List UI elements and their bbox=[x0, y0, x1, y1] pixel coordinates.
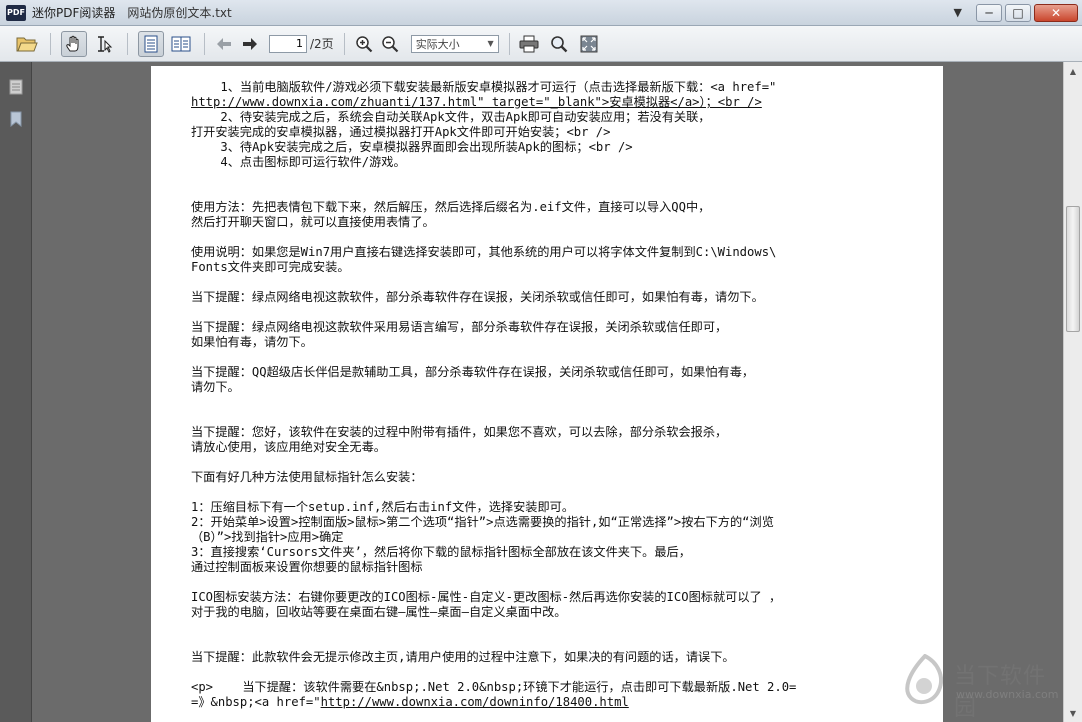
text-line: 当下提醒：此款软件会无提示修改主页,请用户使用的过程中注意下，如果决的有问题的话… bbox=[191, 650, 735, 664]
scroll-up-icon[interactable]: ▲ bbox=[1066, 64, 1080, 78]
zoom-level-value: 实际大小 bbox=[415, 37, 460, 51]
title-bar: PDF 迷你PDF阅读器 网站伪原创文本.txt ▼ ─ □ ✕ bbox=[0, 0, 1082, 26]
app-title: 迷你PDF阅读器 bbox=[32, 6, 116, 20]
window-menu-dropdown-icon[interactable]: ▼ bbox=[954, 6, 962, 19]
document-page: 1、当前电脑版软件/游戏必须下载安装最新版安卓模拟器才可运行（点击选择最新版下载… bbox=[151, 66, 943, 722]
text-line: 2：开始菜单>设置>控制面版>鼠标>第二个选项“指针”>点选需要换的指针,如“正… bbox=[191, 515, 774, 529]
text-line: 通过控制面板来设置你想要的鼠标指针图标 bbox=[191, 560, 423, 574]
next-page-button[interactable] bbox=[237, 31, 263, 57]
side-panel bbox=[0, 62, 32, 722]
arrow-left-icon bbox=[217, 37, 231, 50]
document-text: 1、当前电脑版软件/游戏必须下载安装最新版安卓模拟器才可运行（点击选择最新版下载… bbox=[191, 80, 909, 710]
zoom-out-button[interactable] bbox=[377, 31, 403, 57]
text-cursor-icon bbox=[98, 35, 113, 53]
text-fragment: =》&nbsp;<a href=" bbox=[191, 695, 321, 709]
text-line: 打开安装完成的安卓模拟器，通过模拟器打开Apk文件即可开始安装；<br /> bbox=[191, 125, 611, 139]
select-text-tool-button[interactable] bbox=[91, 31, 117, 57]
text-line: <p> 当下提醒：该软件需要在&nbsp;.Net 2.0&nbsp;环镜下才能… bbox=[191, 680, 797, 694]
folder-open-icon bbox=[16, 37, 38, 51]
page-number-input[interactable] bbox=[269, 34, 307, 53]
zoom-in-icon bbox=[355, 35, 372, 52]
text-line: （B）”>找到指针>应用>确定 bbox=[191, 530, 344, 544]
vertical-scrollbar[interactable]: ▲ ▼ bbox=[1063, 62, 1082, 722]
thumbnails-button[interactable] bbox=[8, 78, 24, 96]
scroll-down-icon[interactable]: ▼ bbox=[1066, 706, 1080, 720]
text-line: 使用方法：先把表情包下载下来，然后解压，然后选择后缀名为.eif文件，直接可以导… bbox=[191, 200, 711, 214]
document-title: 网站伪原创文本.txt bbox=[127, 6, 232, 20]
text-line: 请勿下。 bbox=[191, 380, 240, 394]
hand-icon bbox=[66, 35, 79, 51]
text-line: 请放心使用，该应用绝对安全无毒。 bbox=[191, 440, 386, 454]
app-logo-icon: PDF bbox=[6, 4, 26, 21]
document-link[interactable]: http://www.downxia.com/downinfo/18400.ht… bbox=[321, 695, 629, 709]
text-line: 当下提醒：绿点网络电视这款软件采用易语言编写，部分杀毒软件存在误报，关闭杀软或信… bbox=[191, 320, 728, 334]
hand-tool-button[interactable] bbox=[61, 30, 87, 57]
fullscreen-icon bbox=[580, 35, 598, 52]
watermark-logo-icon bbox=[905, 654, 944, 705]
toolbar: /2页 实际大小 ▼ bbox=[0, 26, 1082, 62]
open-file-button[interactable] bbox=[14, 31, 40, 57]
text-line: 使用说明：如果您是Win7用户直接右键选择安装即可，其他系统的用户可以将字体文件… bbox=[191, 245, 777, 259]
single-page-icon bbox=[144, 35, 158, 52]
chevron-down-icon: ▼ bbox=[487, 39, 494, 48]
arrow-right-icon bbox=[243, 37, 257, 50]
text-line: 3：直接搜索‘Cursors文件夹’，然后将你下载的鼠标指针图标全部放在该文件夹… bbox=[191, 545, 691, 559]
watermark-url: www.downxia.com bbox=[956, 688, 1059, 701]
watermark: 当下软件园 www.downxia.com bbox=[896, 652, 1066, 721]
text-line: Fonts文件夹即可完成安装。 bbox=[191, 260, 350, 274]
text-line: 对于我的电脑，回收站等要在桌面右键—属性—桌面—自定义桌面中改。 bbox=[191, 605, 567, 619]
single-page-view-button[interactable] bbox=[138, 30, 164, 57]
text-line: 然后打开聊天窗口，就可以直接使用表情了。 bbox=[191, 215, 435, 229]
text-line: ICO图标安装方法：右键你要更改的ICO图标-属性-自定义-更改图标-然后再选你… bbox=[191, 590, 782, 604]
text-line: 4、点击图标即可运行软件/游戏。 bbox=[191, 155, 406, 169]
text-line: 当下提醒：QQ超级店长伴侣是款辅助工具，部分杀毒软件存在误报，关闭杀软或信任即可… bbox=[191, 365, 755, 379]
page-thumbnail-icon bbox=[9, 79, 23, 95]
text-line: http://www.downxia.com/zhuanti/137.html"… bbox=[191, 95, 762, 109]
text-line: 下面有好几种方法使用鼠标指针怎么安装： bbox=[191, 470, 423, 484]
text-line: =》&nbsp;<a href="http://www.downxia.com/… bbox=[191, 695, 909, 710]
text-line: 2、待安装完成之后，系统会自动关联Apk文件，双击Apk即可自动安装应用；若没有… bbox=[191, 110, 711, 124]
zoom-level-select[interactable]: 实际大小 ▼ bbox=[410, 34, 499, 53]
bookmarks-button[interactable] bbox=[8, 110, 24, 128]
text-line: 当下提醒：您好，该软件在安装的过程中附带有插件，如果您不喜欢，可以去除，部分杀软… bbox=[191, 425, 728, 439]
search-button[interactable] bbox=[546, 31, 572, 57]
maximize-button[interactable]: □ bbox=[1005, 3, 1031, 22]
text-line: 如果怕有毒，请勿下。 bbox=[191, 335, 313, 349]
fullscreen-button[interactable] bbox=[576, 31, 602, 57]
text-line: 当下提醒：绿点网络电视这款软件，部分杀毒软件存在误报，关闭杀软或信任即可，如果怕… bbox=[191, 290, 764, 304]
text-line: 3、待Apk安装完成之后，安卓模拟器界面即会出现所装Apk的图标；<br /> bbox=[191, 140, 633, 154]
bookmark-icon bbox=[10, 111, 22, 127]
text-line: 1、当前电脑版软件/游戏必须下载安装最新版安卓模拟器才可运行（点击选择最新版下载… bbox=[191, 80, 777, 94]
previous-page-button[interactable] bbox=[211, 31, 237, 57]
scrollbar-thumb[interactable] bbox=[1066, 206, 1080, 332]
two-page-icon bbox=[171, 36, 191, 51]
zoom-out-icon bbox=[381, 35, 398, 52]
minimize-button[interactable]: ─ bbox=[976, 3, 1002, 22]
search-icon bbox=[550, 35, 568, 52]
text-line: 1：压缩目标下有一个setup.inf,然后右击inf文件，选择安装即可。 bbox=[191, 500, 575, 514]
printer-icon bbox=[519, 35, 539, 52]
two-page-view-button[interactable] bbox=[168, 31, 194, 57]
close-button[interactable]: ✕ bbox=[1034, 3, 1078, 22]
page-total-label: /2页 bbox=[310, 37, 334, 51]
print-button[interactable] bbox=[516, 31, 542, 57]
zoom-in-button[interactable] bbox=[351, 31, 377, 57]
